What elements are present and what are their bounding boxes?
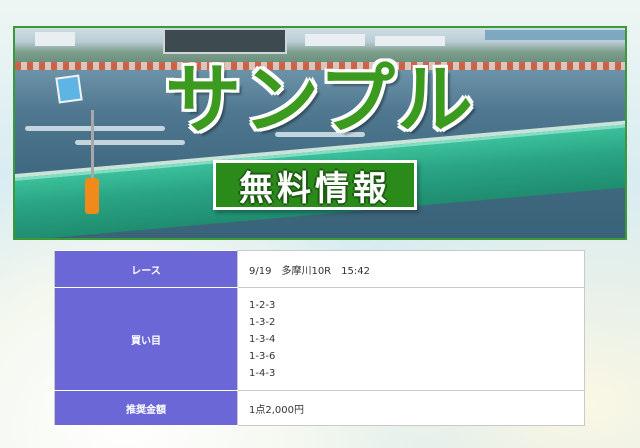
- banner-subtitle: 無料情報: [239, 168, 391, 209]
- banner-subtitle-box: 無料情報: [213, 160, 417, 210]
- banner-headline: サンプル: [165, 55, 475, 144]
- table-row: 推奨金額 1点2,000円: [54, 390, 585, 426]
- table-row: 買い目 1-2-3 1-3-2 1-3-4 1-3-6 1-4-3: [54, 287, 585, 391]
- bridge: [485, 30, 625, 40]
- pick-item: 1-3-4: [249, 333, 276, 345]
- race-value: 9/19 多摩川10R 15:42: [237, 250, 585, 288]
- building: [35, 32, 75, 46]
- orange-marker: [85, 178, 99, 214]
- amount-label: 推奨金額: [54, 390, 238, 426]
- building: [305, 34, 365, 46]
- pick-item: 1-2-3: [249, 299, 276, 311]
- picks-list: 1-2-3 1-3-2 1-3-4 1-3-6 1-4-3: [237, 287, 585, 391]
- hero-banner: サンプル 無料情報: [13, 26, 627, 240]
- building: [375, 36, 445, 46]
- amount-value: 1点2,000円: [237, 390, 585, 426]
- pick-item: 1-4-3: [249, 367, 276, 379]
- table-row: レース 9/19 多摩川10R 15:42: [54, 250, 585, 288]
- pick-item: 1-3-6: [249, 350, 276, 362]
- scoreboard-screen: [163, 28, 287, 54]
- pick-item: 1-3-2: [249, 316, 276, 328]
- race-info-table: レース 9/19 多摩川10R 15:42 買い目 1-2-3 1-3-2 1-…: [54, 250, 585, 426]
- picks-label: 買い目: [54, 287, 238, 391]
- race-label: レース: [54, 250, 238, 288]
